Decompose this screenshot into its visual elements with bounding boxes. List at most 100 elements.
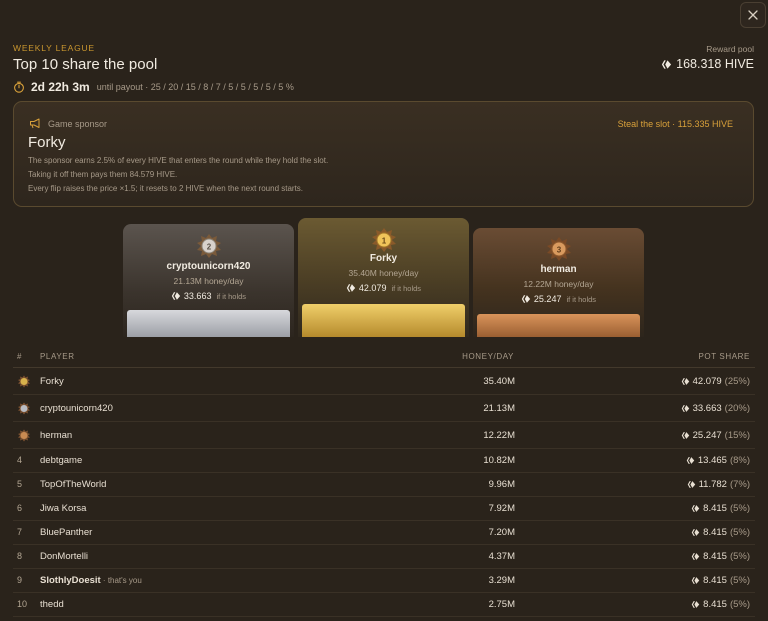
hive-icon — [691, 505, 700, 512]
player-name-text: SlothlyDoesit — [40, 575, 101, 586]
pot-share-percent: (5%) — [729, 575, 750, 586]
table-row[interactable]: 7 BluePanther 7.20M 8.415 (5%) — [13, 521, 755, 545]
honey-per-day: 35.40M — [483, 376, 515, 387]
pot-share-percent: (15%) — [724, 430, 750, 441]
rank-number: 6 — [17, 503, 23, 513]
sponsor-line: Every flip raises the price ×1.5; it res… — [28, 184, 304, 193]
podium-share-value: 42.079 — [358, 283, 387, 293]
pot-share: 8.415 (5%) — [691, 599, 750, 610]
countdown-row: 2d 22h 3m until payout · 25 / 20 / 15 / … — [13, 80, 294, 94]
sponsor-label: Game sponsor — [48, 118, 108, 129]
reward-pool-label: Reward pool — [706, 44, 754, 54]
svg-text:1: 1 — [381, 236, 386, 245]
you-tag: · that's you — [100, 576, 142, 585]
sponsor-label-row: Game sponsor — [29, 118, 107, 129]
bronze-medal-icon: 3 — [546, 237, 571, 261]
table-row[interactable]: 6 Jiwa Korsa 7.92M 8.415 (5%) — [13, 497, 755, 521]
reward-pool-value: 168.318 HIVE — [661, 57, 754, 71]
steal-slot-link[interactable]: Steal the slot · 115.335 HIVE — [618, 119, 733, 129]
podium-share-value: 33.663 — [183, 291, 212, 301]
pot-share: 25.247 (15%) — [681, 430, 750, 441]
honey-per-day: 3.29M — [488, 575, 515, 586]
pot-share: 42.079 (25%) — [681, 376, 750, 387]
player-name[interactable]: DonMortelli — [40, 551, 88, 562]
player-name[interactable]: SlothlyDoesit · that's you — [40, 575, 142, 586]
player-name[interactable]: Forky — [40, 376, 64, 387]
table-row[interactable]: 10 thedd 2.75M 8.415 (5%) — [13, 593, 755, 617]
hive-icon — [681, 378, 689, 385]
pot-share-value: 8.415 — [703, 599, 727, 610]
column-honey: HONEY/DAY — [462, 352, 514, 361]
podium-honey: 35.40M honey/day — [348, 268, 419, 278]
payout-schedule: until payout · 25 / 20 / 15 / 8 / 7 / 5 … — [96, 82, 294, 92]
table-row[interactable]: Forky 35.40M 42.079 (25%) — [13, 368, 755, 395]
reward-pool: Reward pool 168.318 HIVE — [661, 44, 754, 71]
player-name[interactable]: cryptounicorn420 — [40, 403, 113, 414]
pot-share-value: 8.415 — [703, 527, 727, 538]
hive-icon — [681, 405, 689, 412]
pot-share-percent: (5%) — [729, 503, 750, 514]
pot-share: 8.415 (5%) — [691, 527, 750, 538]
pot-share: 13.465 (8%) — [686, 455, 750, 466]
rank-number: 4 — [17, 455, 23, 465]
table-row[interactable]: 9 SlothlyDoesit · that's you 3.29M 8.415 (5%… — [13, 569, 755, 593]
hive-icon — [681, 432, 689, 439]
player-name[interactable]: thedd — [40, 599, 64, 610]
hive-icon — [521, 295, 531, 303]
player-name[interactable]: herman — [40, 430, 72, 441]
pot-share-percent: (5%) — [729, 527, 750, 538]
podium-share: 33.663 if it holds — [123, 291, 294, 301]
honey-per-day: 12.22M — [483, 430, 515, 441]
rank-number: 7 — [17, 527, 23, 537]
honey-per-day: 7.92M — [488, 503, 515, 514]
gold-medal-icon — [17, 375, 31, 390]
podium-player-name[interactable]: cryptounicorn420 — [123, 261, 294, 272]
pot-share: 8.415 (5%) — [691, 551, 750, 562]
close-icon — [748, 10, 758, 20]
sponsor-line: Taking it off them pays them 84.579 HIVE… — [28, 170, 178, 179]
honey-per-day: 21.13M — [483, 403, 515, 414]
bronze-medal-icon — [17, 429, 31, 444]
table-row[interactable]: 4 debtgame 10.82M 13.465 (8%) — [13, 449, 755, 473]
pot-share-value: 8.415 — [703, 503, 727, 514]
silver-medal-icon — [17, 402, 31, 417]
pot-share-percent: (8%) — [729, 455, 750, 466]
pot-share-percent: (7%) — [729, 479, 750, 490]
pot-share-percent: (20%) — [724, 403, 750, 414]
table-row[interactable]: 8 DonMortelli 4.37M 8.415 (5%) — [13, 545, 755, 569]
sponsor-line: The sponsor earns 2.5% of every HIVE tha… — [28, 156, 329, 165]
table-row[interactable]: cryptounicorn420 21.13M 33.663 (20%) — [13, 395, 755, 422]
page-title: Top 10 share the pool — [13, 56, 158, 73]
podium-first: 1 Forky 35.40M honey/day 42.079 if it ho… — [298, 218, 469, 337]
table-row[interactable]: herman 12.22M 25.247 (15%) — [13, 422, 755, 449]
svg-text:3: 3 — [556, 245, 561, 254]
honey-per-day: 2.75M — [488, 599, 515, 610]
player-name-text: thedd — [40, 599, 64, 610]
player-name-text: cryptounicorn420 — [40, 403, 113, 414]
pot-share-value: 8.415 — [703, 551, 727, 562]
countdown-timer: 2d 22h 3m — [31, 80, 90, 94]
table-row[interactable]: 5 TopOfTheWorld 9.96M 11.782 (7%) — [13, 473, 755, 497]
player-name-text: BluePanther — [40, 527, 93, 538]
sponsor-description: The sponsor earns 2.5% of every HIVE tha… — [28, 154, 328, 196]
hive-icon — [346, 284, 356, 292]
hive-icon — [686, 457, 695, 464]
rank-number: 8 — [17, 551, 23, 561]
pot-share: 33.663 (20%) — [681, 403, 750, 414]
league-header: WEEKLY LEAGUE Top 10 share the pool 2d 2… — [13, 43, 294, 94]
podium-player-name[interactable]: herman — [473, 264, 644, 275]
stopwatch-icon — [14, 81, 24, 93]
player-name[interactable]: debtgame — [40, 455, 82, 466]
pot-share-value: 25.247 — [692, 430, 722, 441]
pot-share: 8.415 (5%) — [691, 503, 750, 514]
silver-medal-icon: 2 — [196, 234, 221, 258]
hive-icon — [691, 577, 700, 584]
podium-player-name[interactable]: Forky — [298, 253, 469, 264]
league-eyebrow: WEEKLY LEAGUE — [13, 43, 95, 53]
leaderboard-header: # PLAYER HONEY/DAY POT SHARE — [0, 352, 768, 368]
close-button[interactable] — [740, 2, 766, 28]
player-name[interactable]: BluePanther — [40, 527, 92, 538]
player-name[interactable]: Jiwa Korsa — [40, 503, 86, 514]
megaphone-icon — [30, 118, 40, 129]
player-name[interactable]: TopOfTheWorld — [40, 479, 106, 490]
